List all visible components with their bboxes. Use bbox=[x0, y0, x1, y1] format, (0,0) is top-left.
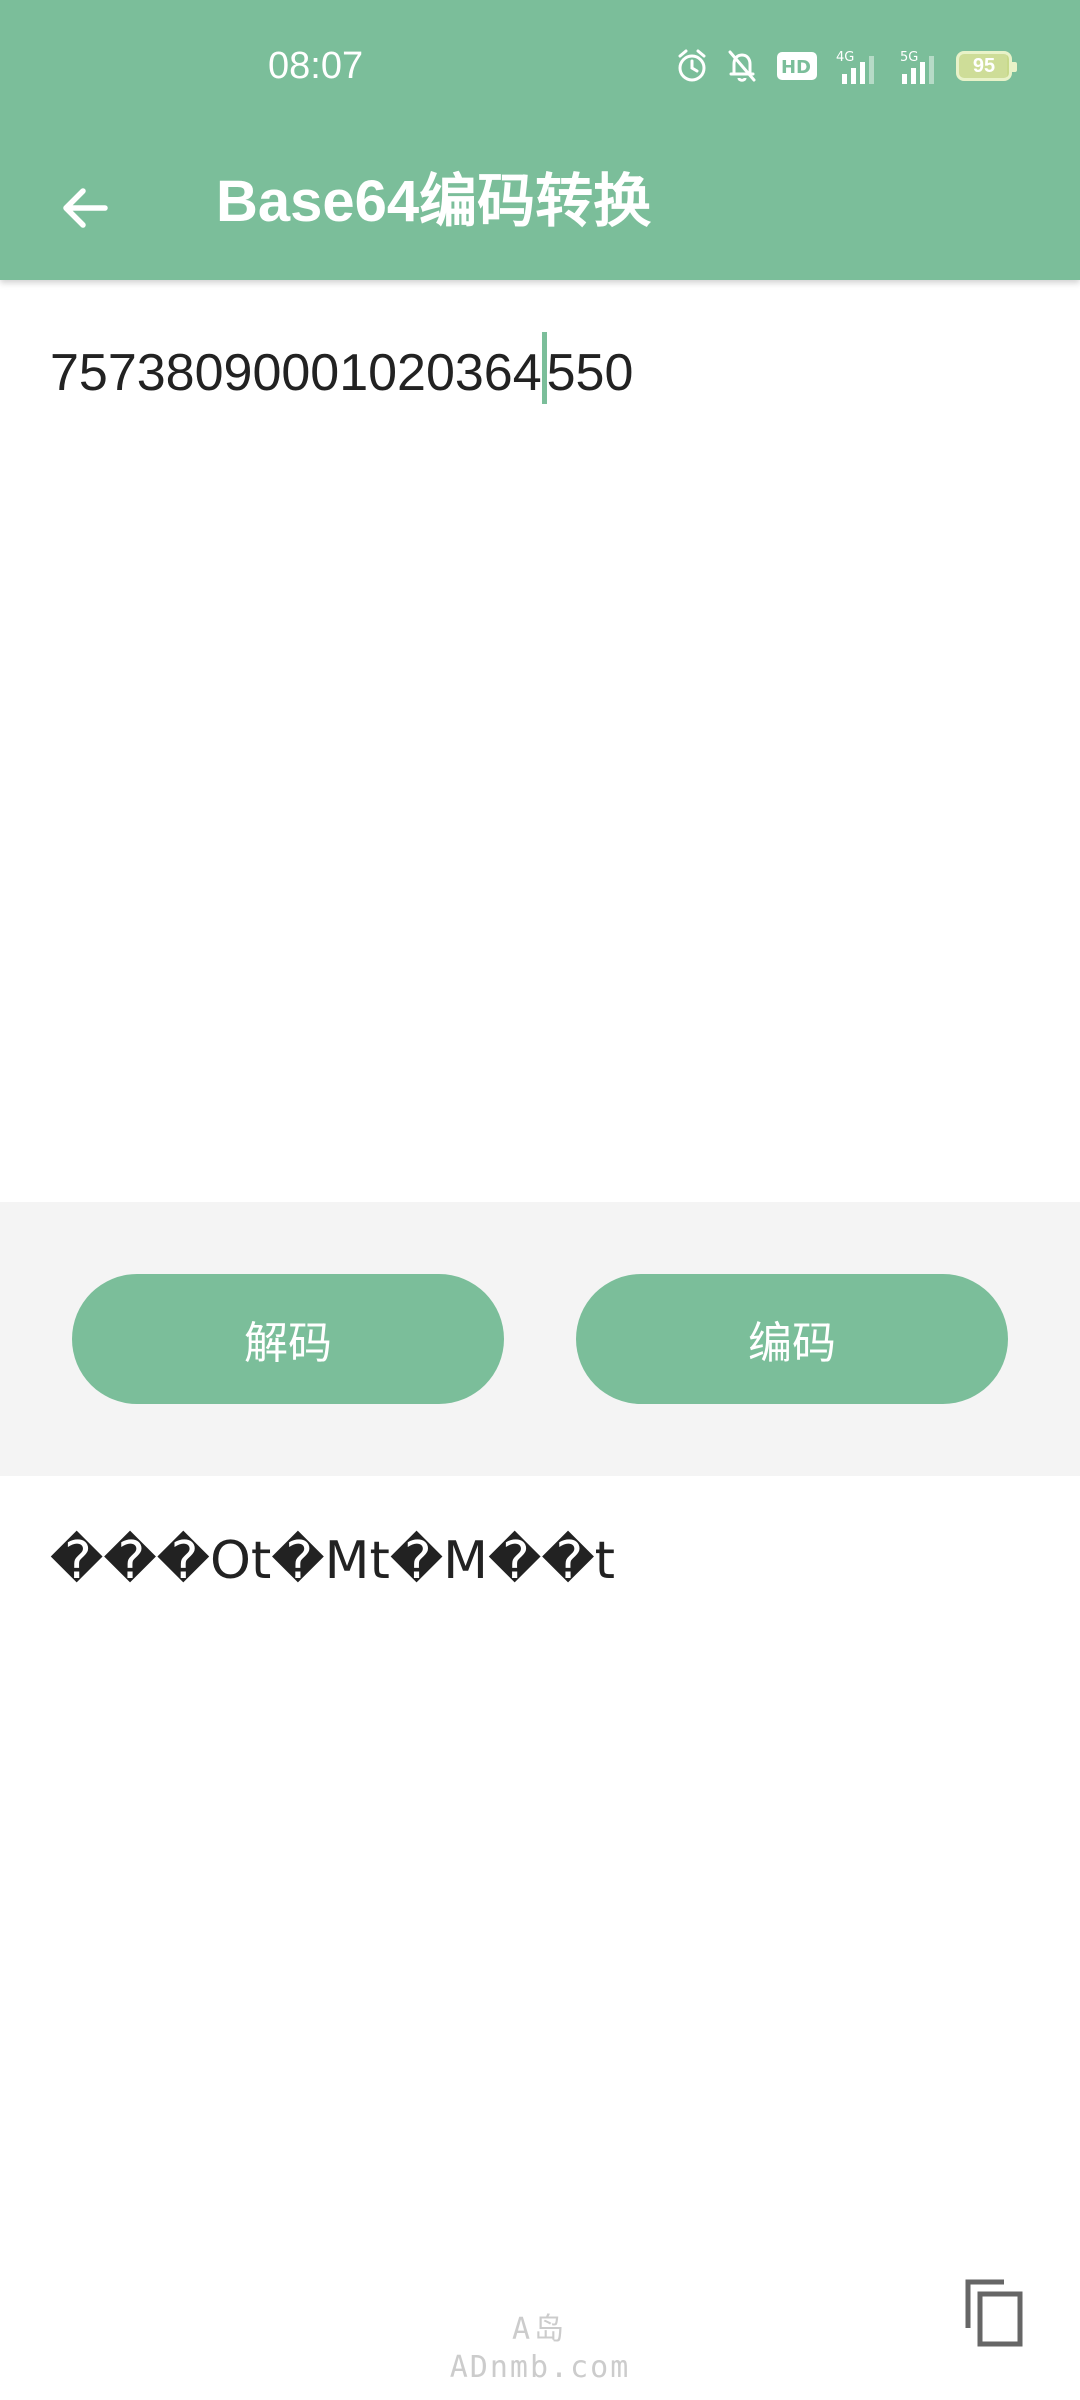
encode-button[interactable]: 编码 bbox=[576, 1274, 1008, 1404]
net1-label: 4G bbox=[836, 50, 854, 65]
copy-icon bbox=[962, 2276, 1026, 2353]
arrow-left-icon bbox=[59, 182, 111, 239]
net2-label: 5G bbox=[900, 50, 918, 65]
toolbar: Base64编码转换 bbox=[0, 130, 1080, 280]
action-bar: 解码 编码 bbox=[0, 1202, 1080, 1476]
watermark-line-2: ADnmb.com bbox=[449, 2350, 631, 2385]
input-text[interactable]: 75738090001020364550 bbox=[50, 332, 1030, 405]
hd-label: HD bbox=[781, 57, 811, 78]
input-field[interactable]: 75738090001020364550 bbox=[0, 280, 1080, 1202]
app-bar: 08:07 HD 4G 5G 95 Base64编码转换 bbox=[0, 0, 1080, 280]
battery-indicator: 95 bbox=[956, 51, 1017, 81]
status-icons: HD 4G 5G 95 bbox=[676, 44, 1017, 88]
input-text-before-cursor: 75738090001020364 bbox=[50, 344, 542, 402]
battery-text: 95 bbox=[972, 54, 996, 77]
output-panel: ���Ot�Mt�M��t bbox=[0, 1476, 1080, 2400]
page-title: Base64编码转换 bbox=[216, 169, 652, 234]
input-text-after-cursor: 550 bbox=[546, 344, 634, 402]
signal-5g-icon: 5G bbox=[896, 48, 938, 84]
status-time: 08:07 bbox=[268, 45, 364, 87]
alarm-icon bbox=[676, 48, 708, 84]
back-button[interactable] bbox=[40, 170, 130, 250]
watermark: A岛 ADnmb.com bbox=[420, 2310, 660, 2390]
output-text: ���Ot�Mt�M��t bbox=[50, 1531, 616, 1591]
status-bar: 08:07 HD 4G 5G 95 bbox=[0, 0, 1080, 130]
signal-4g-icon: 4G bbox=[836, 48, 878, 84]
hd-icon: HD bbox=[776, 50, 818, 82]
copy-button[interactable] bbox=[956, 2272, 1032, 2356]
decode-button[interactable]: 解码 bbox=[72, 1274, 504, 1404]
bell-off-icon bbox=[726, 48, 758, 84]
watermark-line-1: A岛 bbox=[511, 2312, 569, 2347]
